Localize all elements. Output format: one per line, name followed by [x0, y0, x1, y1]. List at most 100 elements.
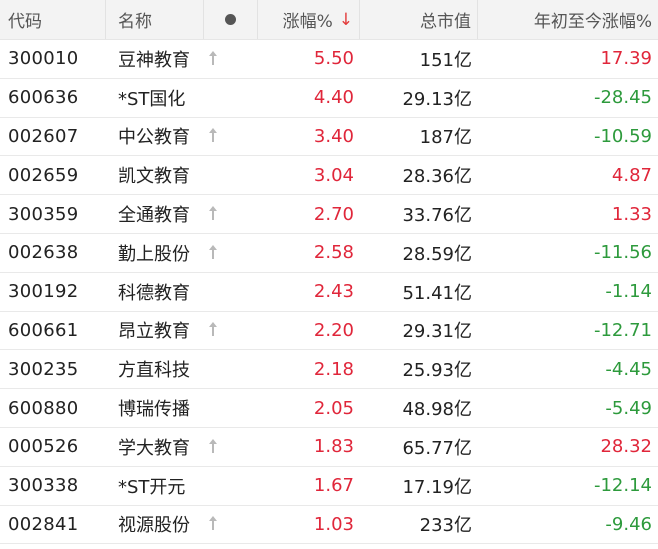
change-pct: 3.40 [313, 125, 354, 147]
table-row[interactable]: 300359 全通教育 2.70 33.76亿 1.33 [0, 195, 658, 234]
stock-code: 300235 [8, 358, 79, 380]
flag-cell [204, 506, 258, 544]
change-pct: 4.40 [313, 87, 354, 109]
pin-icon [208, 128, 218, 144]
change-pct: 2.70 [313, 203, 354, 225]
ytd-change: -12.14 [593, 475, 652, 497]
market-cap: 25.93亿 [402, 360, 472, 382]
ytd-change: -9.46 [605, 513, 652, 535]
change-pct: 2.58 [313, 242, 354, 264]
stock-code: 002607 [8, 125, 79, 147]
stock-name[interactable]: 勤上股份 [106, 234, 204, 272]
market-cap: 29.13亿 [402, 88, 472, 110]
flag-cell [204, 40, 258, 78]
table-row[interactable]: 002638 勤上股份 2.58 28.59亿 -11.56 [0, 234, 658, 273]
table-row[interactable]: 000526 学大教育 1.83 65.77亿 28.32 [0, 428, 658, 467]
flag-cell [204, 389, 258, 427]
flag-cell [204, 195, 258, 233]
stock-name[interactable]: *ST国化 [106, 79, 204, 117]
flag-cell [204, 428, 258, 466]
header-marker[interactable] [204, 0, 258, 39]
stock-name[interactable]: 中公教育 [106, 118, 204, 156]
change-pct: 2.05 [313, 397, 354, 419]
market-cap: 65.77亿 [402, 437, 472, 459]
header-market-cap-label: 总市值 [420, 12, 471, 32]
ytd-change: -11.56 [593, 242, 652, 264]
pin-icon [208, 516, 218, 532]
stock-name[interactable]: 全通教育 [106, 195, 204, 233]
header-market-cap[interactable]: 总市值 [360, 0, 478, 39]
change-pct: 1.03 [313, 513, 354, 535]
header-name[interactable]: 名称 [106, 0, 204, 39]
market-cap: 29.31亿 [402, 321, 472, 343]
ytd-change: 28.32 [600, 436, 652, 458]
market-cap: 51.41亿 [402, 282, 472, 304]
change-pct: 2.20 [313, 319, 354, 341]
change-pct: 1.83 [313, 436, 354, 458]
stock-name[interactable]: 方直科技 [106, 350, 204, 388]
stock-name[interactable]: *ST开元 [106, 467, 204, 505]
header-code[interactable]: 代码 [0, 0, 106, 39]
market-cap: 28.36亿 [402, 166, 472, 188]
change-pct: 3.04 [313, 164, 354, 186]
stock-table: 代码 名称 涨幅% ↓ 总市值 年初至今涨幅% 300010 豆神教育 5.50 15… [0, 0, 658, 549]
market-cap: 233亿 [419, 515, 472, 537]
table-row[interactable]: 002607 中公教育 3.40 187亿 -10.59 [0, 118, 658, 157]
market-cap: 28.59亿 [402, 243, 472, 265]
table-row[interactable]: 600880 博瑞传播 2.05 48.98亿 -5.49 [0, 389, 658, 428]
sort-desc-icon: ↓ [338, 9, 353, 30]
stock-code: 002659 [8, 164, 79, 186]
market-cap: 151亿 [419, 49, 472, 71]
table-row[interactable]: 300235 方直科技 2.18 25.93亿 -4.45 [0, 350, 658, 390]
stock-name[interactable]: 博瑞传播 [106, 389, 204, 427]
dot-icon [225, 14, 236, 25]
stock-code: 300192 [8, 281, 79, 303]
pin-icon [208, 244, 218, 261]
stock-code: 300338 [8, 475, 79, 497]
change-pct: 5.50 [313, 48, 354, 70]
stock-name[interactable]: 学大教育 [106, 428, 204, 466]
stock-code: 600661 [8, 319, 79, 341]
ytd-change: -5.49 [605, 397, 652, 419]
ytd-change: -10.59 [593, 125, 652, 147]
pin-icon [208, 438, 218, 455]
table-header: 代码 名称 涨幅% ↓ 总市值 年初至今涨幅% [0, 0, 658, 40]
table-row[interactable]: 002841 视源股份 1.03 233亿 -9.46 [0, 506, 658, 545]
stock-name[interactable]: 豆神教育 [106, 40, 204, 78]
market-cap: 187亿 [419, 127, 472, 149]
table-row[interactable]: 600661 昂立教育 2.20 29.31亿 -12.71 [0, 312, 658, 351]
stock-code: 600880 [8, 397, 79, 419]
pin-icon [208, 322, 218, 338]
table-row[interactable]: 300010 豆神教育 5.50 151亿 17.39 [0, 40, 658, 79]
stock-name[interactable]: 视源股份 [106, 506, 204, 544]
ytd-change: -28.45 [593, 87, 652, 109]
stock-code: 002841 [8, 513, 79, 535]
stock-code: 300010 [8, 48, 79, 70]
flag-cell [204, 467, 258, 505]
stock-name[interactable]: 凯文教育 [106, 156, 204, 194]
table-row[interactable]: 300192 科德教育 2.43 51.41亿 -1.14 [0, 273, 658, 312]
header-ytd-change-label: 年初至今涨幅% [533, 12, 652, 32]
table-row[interactable]: 002659 凯文教育 3.04 28.36亿 4.87 [0, 156, 658, 196]
header-name-label: 名称 [118, 12, 152, 32]
market-cap: 33.76亿 [402, 205, 472, 227]
market-cap: 48.98亿 [402, 399, 472, 421]
change-pct: 2.43 [313, 281, 354, 303]
ytd-change: -1.14 [605, 281, 652, 303]
flag-cell [204, 118, 258, 156]
stock-code: 300359 [8, 203, 79, 225]
ytd-change: -12.71 [593, 319, 652, 341]
table-row[interactable]: 600636 *ST国化 4.40 29.13亿 -28.45 [0, 79, 658, 118]
stock-name[interactable]: 科德教育 [106, 273, 204, 311]
ytd-change: 4.87 [611, 164, 652, 186]
stock-code: 600636 [8, 87, 79, 109]
header-ytd-change[interactable]: 年初至今涨幅% [478, 0, 658, 39]
header-change-pct[interactable]: 涨幅% ↓ [258, 0, 360, 39]
flag-cell [204, 273, 258, 311]
change-pct: 1.67 [313, 475, 354, 497]
stock-name[interactable]: 昂立教育 [106, 312, 204, 350]
market-cap: 17.19亿 [402, 476, 472, 498]
stock-code: 000526 [8, 436, 79, 458]
table-row[interactable]: 300338 *ST开元 1.67 17.19亿 -12.14 [0, 467, 658, 506]
pin-icon [208, 50, 218, 67]
